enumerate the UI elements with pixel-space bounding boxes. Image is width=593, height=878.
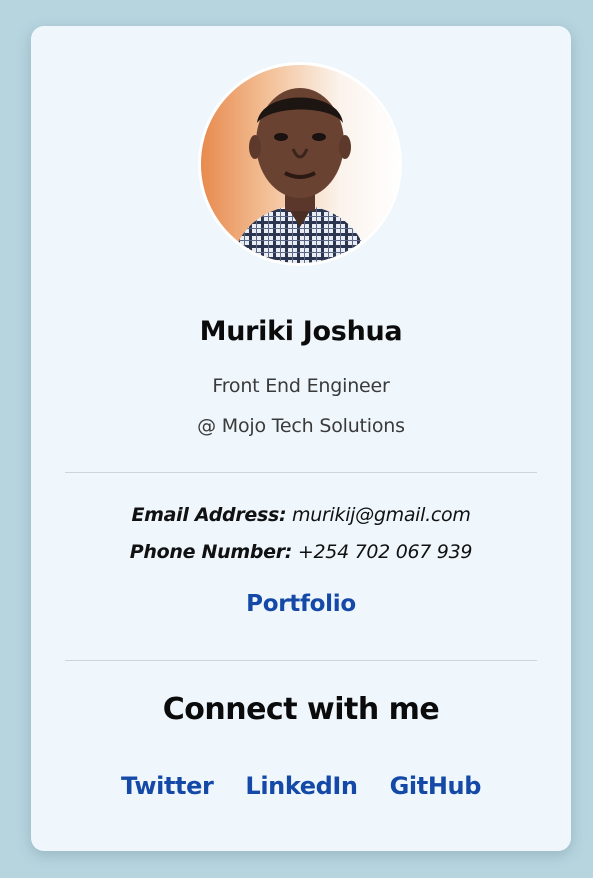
- profile-role: Front End Engineer: [212, 375, 390, 397]
- profile-card: Muriki Joshua Front End Engineer @ Mojo …: [31, 26, 571, 851]
- phone-label: Phone Number:: [129, 541, 293, 563]
- avatar: [198, 62, 402, 266]
- portfolio-link[interactable]: Portfolio: [31, 591, 571, 617]
- phone-value: +254 702 067 939: [297, 541, 473, 563]
- connect-heading: Connect with me: [162, 692, 440, 727]
- github-link[interactable]: GitHub: [390, 772, 482, 800]
- linkedin-link[interactable]: LinkedIn: [245, 772, 358, 800]
- profile-company: @ Mojo Tech Solutions: [197, 415, 405, 437]
- social-links: Twitter LinkedIn GitHub: [31, 772, 571, 800]
- email-label: Email Address:: [131, 504, 287, 526]
- twitter-link[interactable]: Twitter: [121, 772, 214, 800]
- phone-row: Phone Number: +254 702 067 939: [31, 541, 571, 563]
- email-value: murikij@gmail.com: [292, 504, 471, 526]
- avatar-photo: [201, 65, 399, 263]
- divider: [65, 660, 537, 661]
- profile-name: Muriki Joshua: [199, 316, 403, 347]
- email-row: Email Address: murikij@gmail.com: [31, 504, 571, 526]
- divider: [65, 472, 537, 473]
